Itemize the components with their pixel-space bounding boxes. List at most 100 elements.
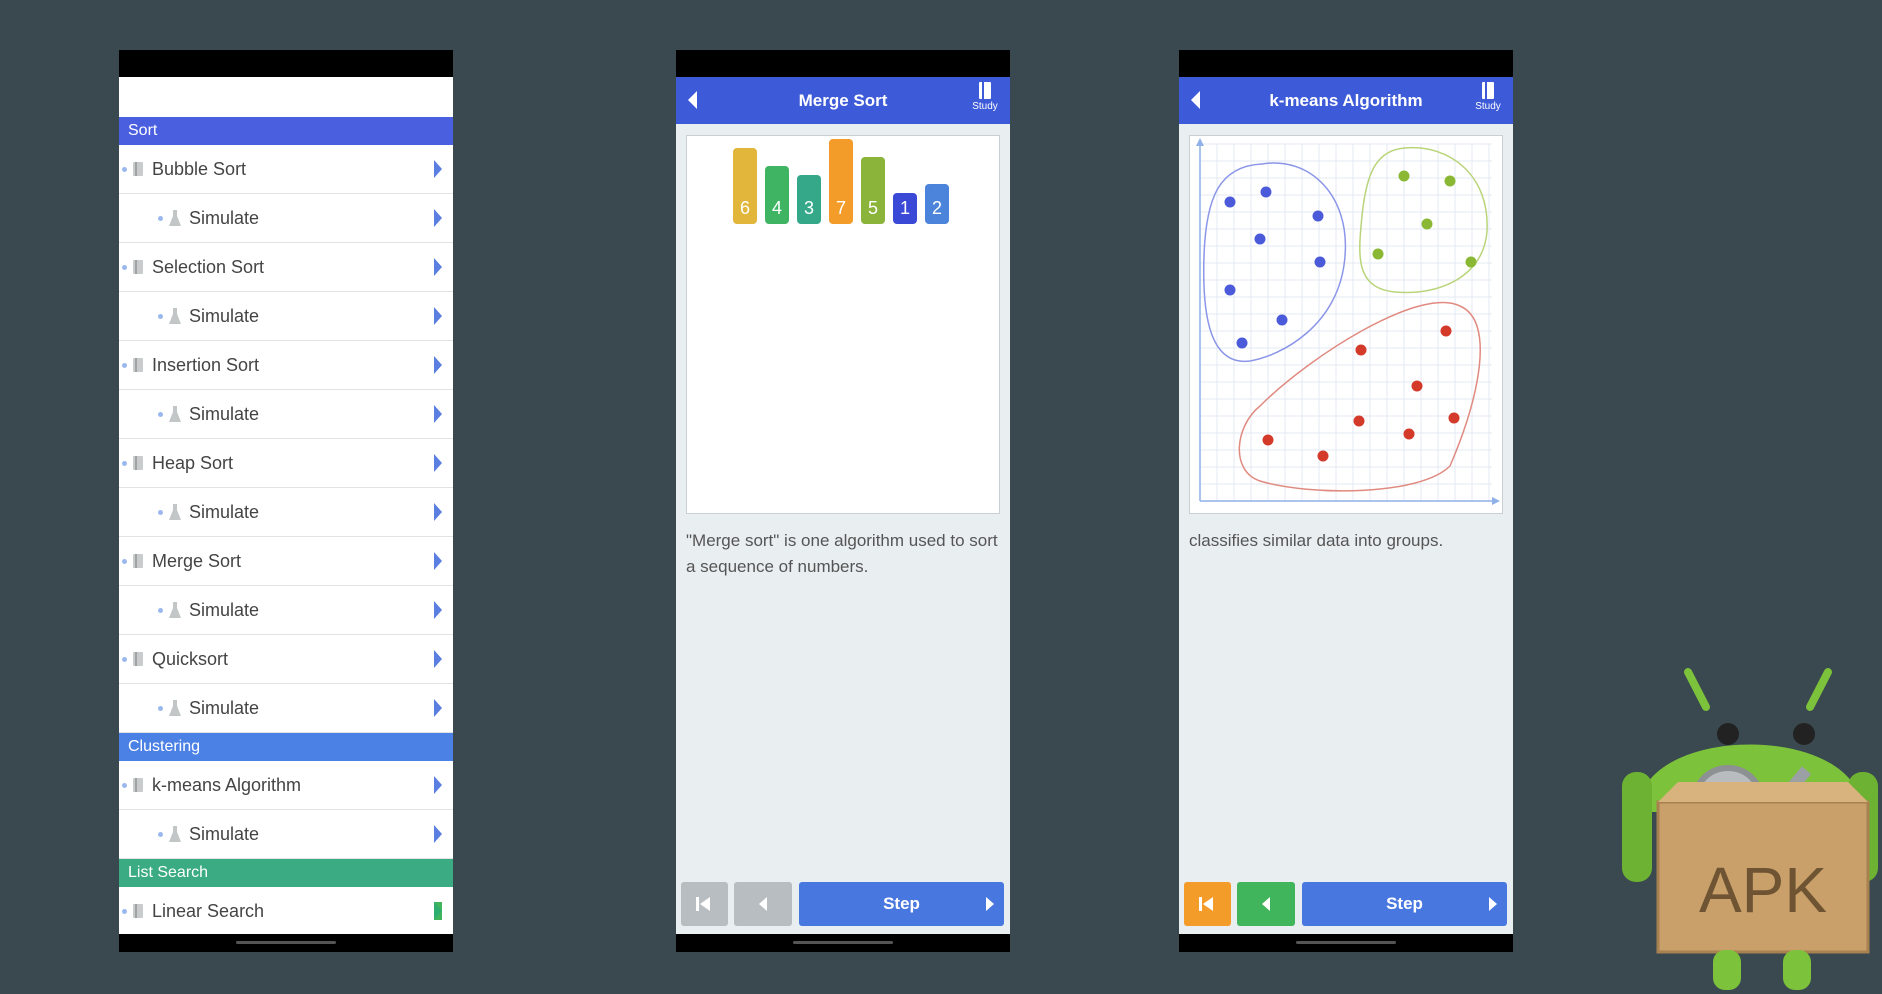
chevron-right-icon [434,160,442,178]
list-item[interactable]: Heap Sort [119,439,453,488]
first-step-button[interactable] [1184,882,1231,926]
nav-bar [676,934,1010,952]
x-axis-arrow [1492,497,1500,505]
section-header: List Search [119,859,453,887]
home-handle[interactable] [1296,941,1396,944]
sort-bar-value: 3 [803,198,814,218]
step-label: Step [1386,894,1423,913]
data-point-red [1440,325,1452,337]
sort-bar-value: 6 [739,198,750,218]
skip-to-start-icon [696,897,712,911]
merge-sort-screen: Merge Sort Study 6 4 3 7 5 1 2 "Merge sort" is… [676,50,1010,952]
y-axis-arrow [1196,138,1204,146]
simulate-label: Simulate [189,599,260,620]
next-icon [986,897,994,911]
book-icon [133,358,143,372]
list-item-label: Quicksort [152,648,229,669]
bullet-dot [158,411,163,417]
previous-step-button[interactable] [1237,882,1295,926]
study-button[interactable]: Study [1471,82,1505,112]
simulate-label: Simulate [189,501,260,522]
sort-bar-value: 4 [771,198,782,218]
data-points [1224,170,1477,462]
chevron-right-icon [434,258,442,276]
book-icon [133,456,143,470]
nav-bar [119,934,453,952]
simulate-item[interactable]: Simulate [119,684,453,733]
step-button[interactable]: Step [1302,882,1507,926]
bullet-dot [122,558,127,564]
list-item[interactable]: Linear Search [119,887,453,936]
bullet-dot [122,782,127,788]
flask-icon [169,602,181,618]
bullet-dot [122,362,127,368]
list-item[interactable]: k-means Algorithm [119,761,453,810]
data-point-blue [1224,284,1236,296]
data-point-red [1353,415,1365,427]
status-bar [119,50,453,77]
simulate-label: Simulate [189,403,260,424]
home-handle[interactable] [236,941,336,944]
data-point-red [1262,434,1274,446]
page-title: k-means Algorithm [1269,91,1423,110]
chevron-right-icon [434,699,442,717]
android-leg-left [1713,950,1741,990]
list-item-label: Heap Sort [152,452,234,473]
flask-icon [169,210,181,226]
simulate-item[interactable]: Simulate [119,488,453,537]
list-item-label: Linear Search [152,900,265,921]
simulate-label: Simulate [189,823,260,844]
list-item-label: Merge Sort [152,550,242,571]
bullet-dot [158,313,163,319]
chevron-right-icon [434,601,442,619]
list-item[interactable]: Merge Sort [119,537,453,586]
android-eye-right [1793,723,1815,745]
chevron-right-icon [434,650,442,668]
step-label: Step [883,894,920,913]
chevron-right-icon [434,902,442,920]
android-leg-right [1783,950,1811,990]
list-item-label: Selection Sort [152,256,265,277]
chevron-right-icon [434,776,442,794]
data-point-green [1465,256,1477,268]
list-item[interactable]: Quicksort [119,635,453,684]
study-label: Study [1475,101,1501,112]
simulate-item[interactable]: Simulate [119,390,453,439]
chevron-right-icon [434,503,442,521]
simulate-item[interactable]: Simulate [119,810,453,859]
home-handle[interactable] [793,941,893,944]
data-point-blue [1312,210,1324,222]
cluster-visualization [1189,135,1503,514]
data-point-red [1411,380,1423,392]
simulate-item[interactable]: Simulate [119,586,453,635]
section-header: Sort [119,117,453,145]
description-text: "Merge sort" is one algorithm used to so… [686,531,998,576]
list-item[interactable]: Bubble Sort [119,145,453,194]
list-item[interactable]: Selection Sort [119,243,453,292]
simulate-item[interactable]: Simulate [119,194,453,243]
android-arm-left [1622,772,1652,882]
app-header: Merge Sort Study [676,77,1010,124]
previous-icon [1262,897,1270,911]
description-text: classifies similar data into groups. [1189,531,1444,550]
nav-bar [1179,934,1513,952]
book-icon [133,260,143,274]
bullet-dot [122,264,127,270]
first-step-button[interactable] [681,882,728,926]
simulate-label: Simulate [189,305,260,326]
step-button[interactable]: Step [799,882,1004,926]
previous-step-button[interactable] [734,882,792,926]
sort-bar-value: 2 [931,198,942,218]
flask-icon [169,406,181,422]
sort-bar-value: 1 [899,198,910,218]
study-button[interactable]: Study [968,82,1002,112]
flask-icon [169,826,181,842]
list-item[interactable]: Insertion Sort [119,341,453,390]
simulate-item[interactable]: Simulate [119,292,453,341]
data-point-green [1421,218,1433,230]
data-point-blue [1276,314,1288,326]
playback-controls: Step [1184,882,1508,928]
next-icon [1489,897,1497,911]
chevron-right-icon [434,825,442,843]
book-icon [133,162,143,176]
